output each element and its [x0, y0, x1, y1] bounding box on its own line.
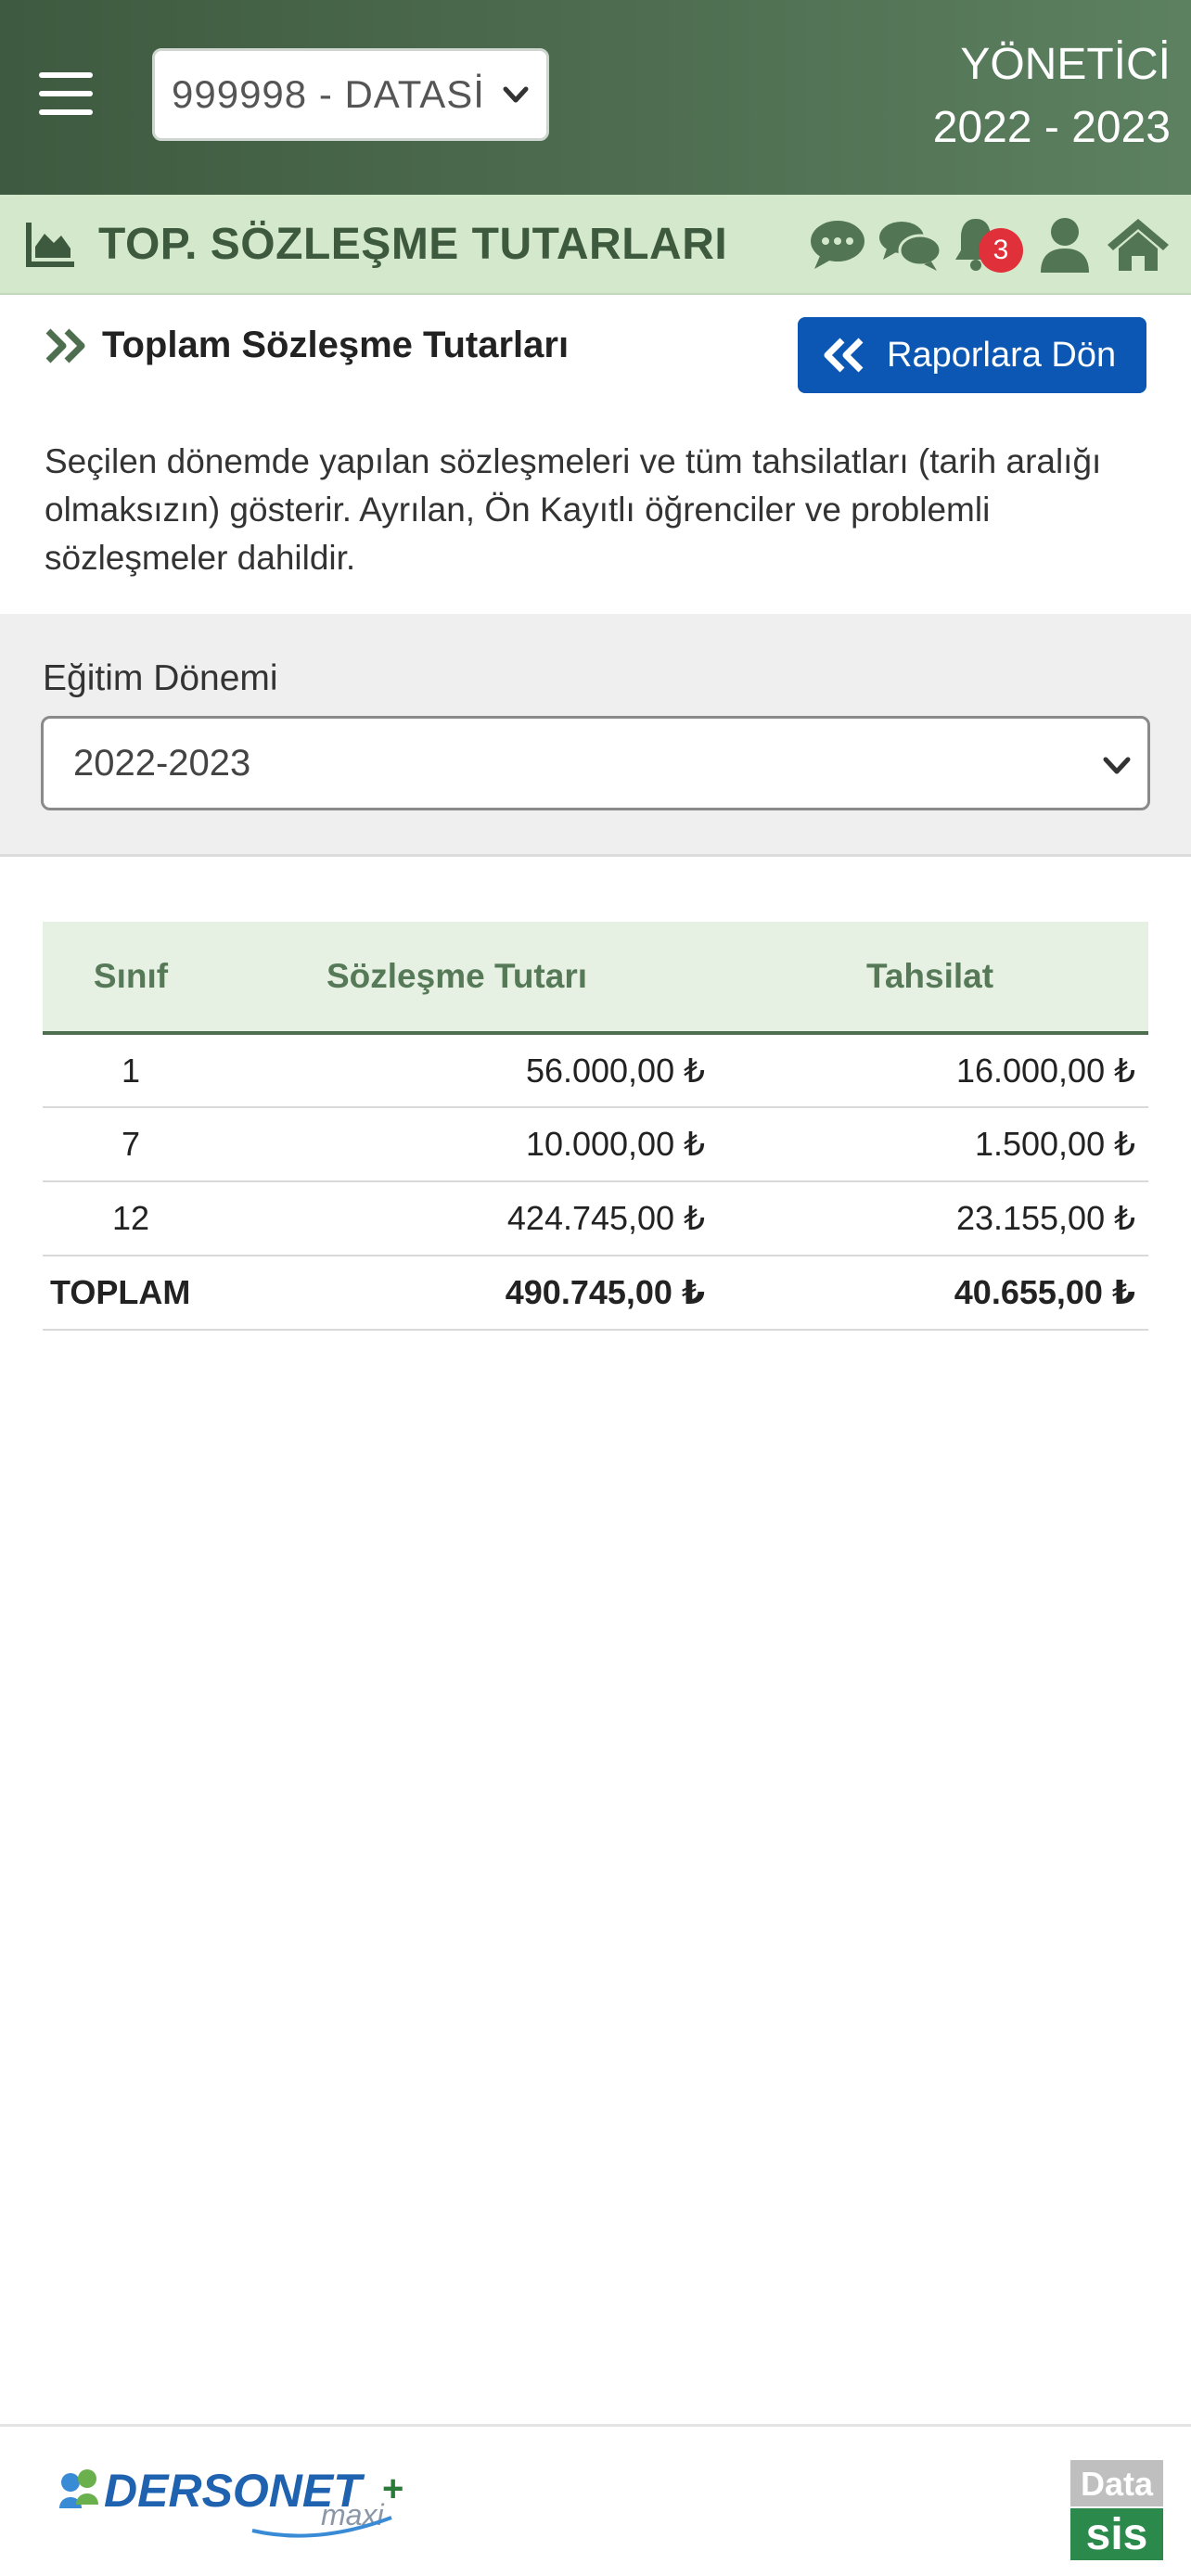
comments-icon[interactable] — [877, 215, 942, 274]
user-role-period: YÖNETİCİ 2022 - 2023 — [933, 33, 1171, 159]
table-total-row: TOPLAM 490.745,00 ₺ 40.655,00 ₺ — [43, 1256, 1148, 1331]
contract-amount-cell: 56.000,00 ₺ — [219, 1033, 718, 1108]
double-chevron-left-icon — [824, 338, 864, 373]
column-header-contract-amount[interactable]: Sözleşme Tutarı — [219, 922, 718, 1035]
back-button-label: Raporlara Dön — [887, 335, 1117, 375]
total-label-cell: TOPLAM — [43, 1256, 219, 1331]
chevron-down-icon — [503, 86, 529, 103]
class-cell: 1 — [43, 1033, 219, 1108]
datasis-logo: Data sis — [1070, 2460, 1163, 2560]
class-cell: 12 — [43, 1181, 219, 1256]
dersonet-logo: DERSONET maxi + — [59, 2465, 403, 2538]
page-title: TOP. SÖZLEŞME TUTARLARI — [98, 220, 728, 269]
svg-text:sis: sis — [1086, 2510, 1148, 2559]
top-header: 999998 - DATASİS YÖNETİCİ 2022 - 2023 — [0, 0, 1191, 195]
back-to-reports-button[interactable]: Raporlara Dön — [798, 317, 1146, 393]
education-period-select[interactable]: 2022-2023 — [41, 716, 1150, 810]
menu-icon[interactable] — [39, 72, 93, 115]
notification-badge: 3 — [979, 228, 1023, 273]
table-header-row: Sınıf Sözleşme Tutarı Tahsilat — [43, 922, 1148, 1035]
collection-cell: 16.000,00 ₺ — [718, 1033, 1148, 1108]
table-row: 12 424.745,00 ₺ 23.155,00 ₺ — [43, 1181, 1148, 1256]
contract-totals-table: Sınıf Sözleşme Tutarı Tahsilat 1 56.000,… — [43, 922, 1148, 1331]
report-description: Seçilen dönemde yapılan sözleşmeleri ve … — [45, 442, 1102, 577]
chevron-down-icon — [1103, 757, 1131, 774]
school-select-value: 999998 - DATASİS — [172, 72, 487, 116]
comment-icon[interactable] — [809, 215, 866, 274]
total-contract-amount-cell: 490.745,00 ₺ — [219, 1256, 718, 1331]
school-select[interactable]: 999998 - DATASİS — [152, 48, 549, 141]
education-period-label: Eğitim Dönemi — [43, 658, 278, 698]
svg-text:maxi: maxi — [321, 2498, 384, 2531]
section-heading: Toplam Sözleşme Tutarları — [45, 325, 569, 366]
contract-amount-cell: 424.745,00 ₺ — [219, 1181, 718, 1256]
contract-amount-cell: 10.000,00 ₺ — [219, 1107, 718, 1182]
filter-panel: Eğitim Dönemi 2022-2023 — [0, 614, 1191, 857]
user-icon[interactable] — [1037, 215, 1093, 274]
footer: DERSONET maxi + Data sis — [0, 2424, 1191, 2576]
education-period-value: 2022-2023 — [73, 743, 251, 784]
table-row: 7 10.000,00 ₺ 1.500,00 ₺ — [43, 1107, 1148, 1182]
period-label: 2022 - 2023 — [932, 103, 1171, 152]
svg-text:Data: Data — [1081, 2465, 1154, 2503]
total-collection-cell: 40.655,00 ₺ — [718, 1256, 1148, 1331]
chart-area-icon — [26, 223, 74, 267]
home-icon[interactable] — [1106, 215, 1171, 274]
section-heading-text: Toplam Sözleşme Tutarları — [102, 325, 570, 365]
collection-cell: 23.155,00 ₺ — [718, 1181, 1148, 1256]
double-chevron-right-icon — [45, 328, 85, 363]
collection-cell: 1.500,00 ₺ — [718, 1107, 1148, 1182]
svg-text:+: + — [382, 2468, 403, 2509]
table-row: 1 56.000,00 ₺ 16.000,00 ₺ — [43, 1033, 1148, 1108]
class-cell: 7 — [43, 1107, 219, 1182]
role-label: YÖNETİCİ — [960, 40, 1171, 89]
column-header-class[interactable]: Sınıf — [43, 922, 219, 1035]
column-header-collection[interactable]: Tahsilat — [718, 922, 1148, 1035]
